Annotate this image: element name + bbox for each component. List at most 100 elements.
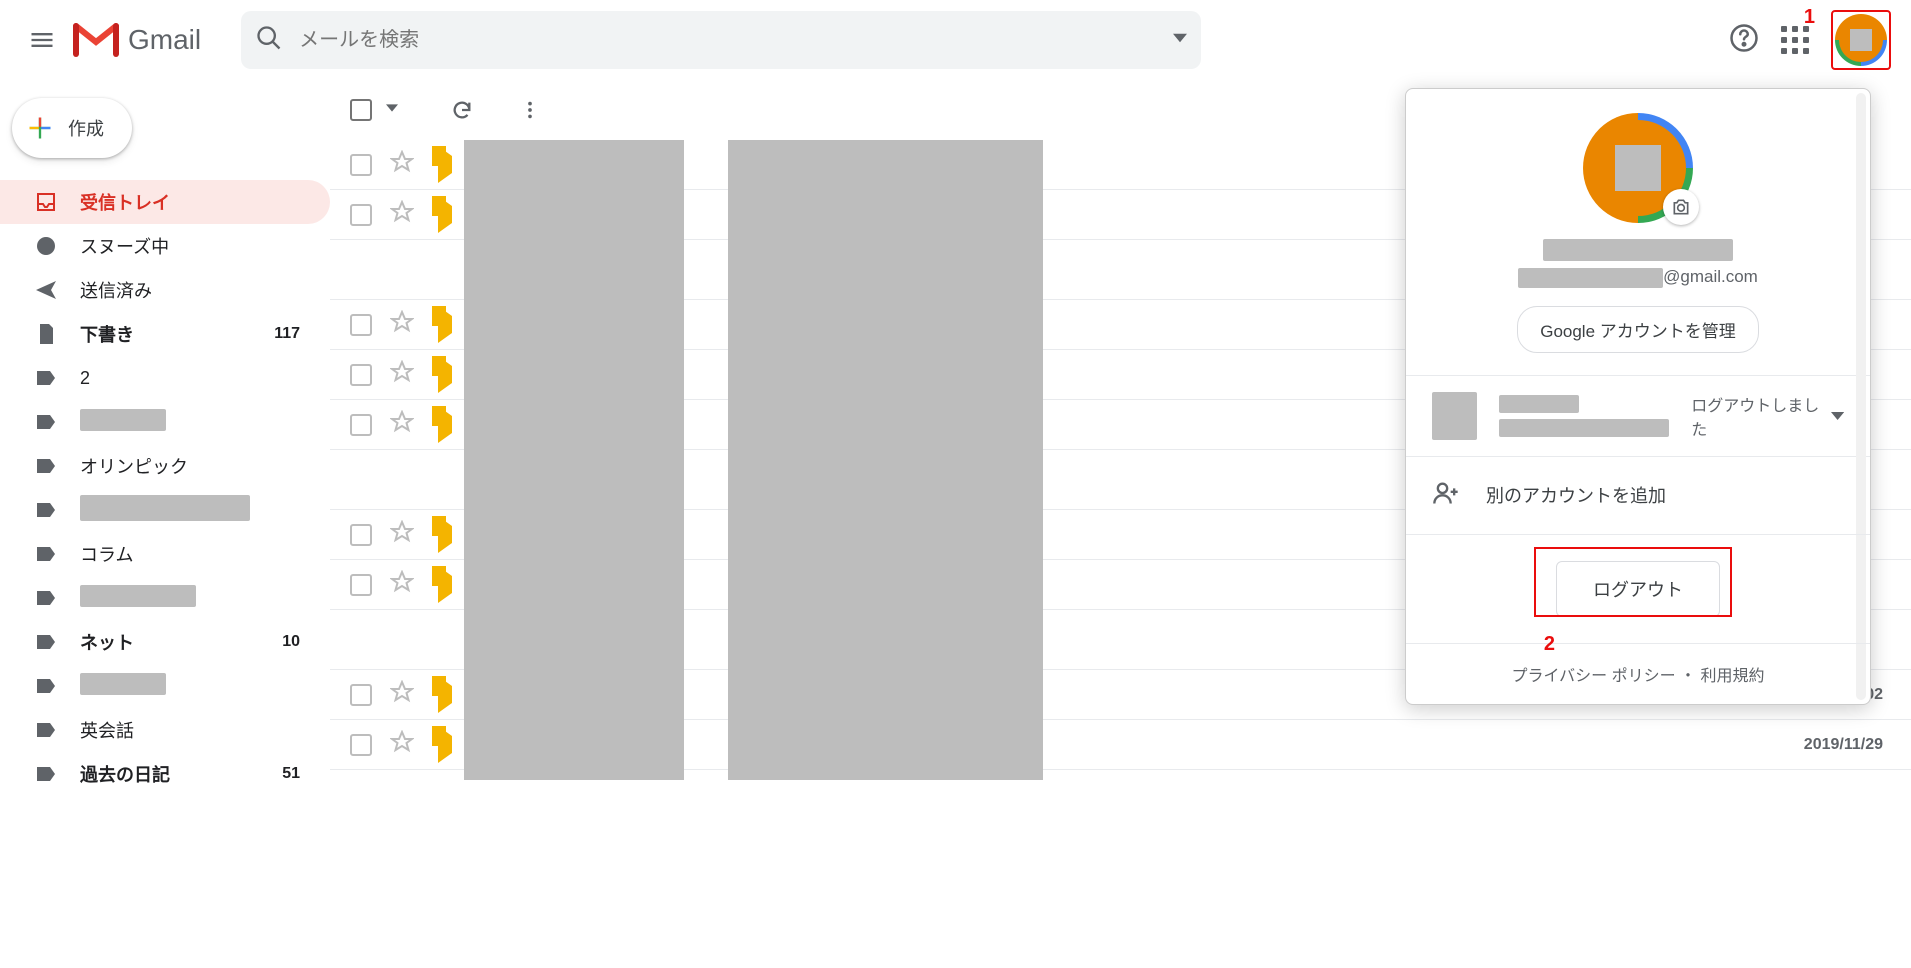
nav-label: コラム	[80, 541, 330, 567]
label-icon	[34, 366, 58, 390]
nav-label-redacted[interactable]	[0, 664, 330, 708]
row-checkbox[interactable]	[350, 524, 372, 546]
nav-label: スヌーズ中	[80, 233, 330, 259]
other-account-row[interactable]: ログアウトしました	[1406, 376, 1870, 456]
nav-sent[interactable]: 送信済み	[0, 268, 330, 312]
redacted-sender-column	[464, 140, 684, 780]
row-checkbox[interactable]	[350, 734, 372, 756]
star-icon[interactable]	[390, 730, 414, 759]
importance-marker[interactable]	[438, 306, 452, 343]
nav-label: 送信済み	[80, 277, 330, 303]
row-checkbox[interactable]	[350, 154, 372, 176]
star-icon[interactable]	[390, 680, 414, 709]
nav-snoozed[interactable]: スヌーズ中	[0, 224, 330, 268]
search-input[interactable]	[299, 29, 1173, 52]
google-apps-button[interactable]	[1781, 26, 1809, 54]
refresh-button[interactable]	[440, 88, 484, 132]
importance-marker[interactable]	[438, 566, 452, 603]
annotation-1: 1	[1804, 6, 1815, 29]
importance-marker[interactable]	[438, 726, 452, 763]
label-icon	[34, 762, 58, 786]
more-button[interactable]	[508, 88, 552, 132]
avatar-placeholder	[1615, 145, 1661, 191]
redacted-text	[80, 673, 166, 695]
compose-button[interactable]: 作成	[12, 98, 132, 158]
row-checkbox[interactable]	[350, 574, 372, 596]
row-checkbox[interactable]	[350, 204, 372, 226]
select-dropdown[interactable]	[386, 101, 398, 119]
main-menu-button[interactable]	[20, 18, 64, 62]
search-options-dropdown[interactable]	[1173, 31, 1187, 50]
manage-account-button[interactable]: Google アカウントを管理	[1517, 306, 1759, 353]
nav-label: 受信トレイ	[80, 189, 330, 215]
chevron-down-icon	[1831, 409, 1844, 423]
nav-label-diary[interactable]: 過去の日記 51	[0, 752, 330, 796]
gmail-wordmark: Gmail	[128, 24, 201, 56]
nav-label: 2	[80, 368, 330, 389]
importance-marker[interactable]	[438, 516, 452, 553]
row-checkbox[interactable]	[350, 364, 372, 386]
account-status: ログアウトしました	[1691, 392, 1844, 440]
account-name-redacted	[1543, 239, 1733, 261]
person-add-icon	[1432, 479, 1460, 512]
star-icon[interactable]	[390, 520, 414, 549]
annotation-2: 2	[1544, 633, 1555, 656]
importance-marker[interactable]	[438, 676, 452, 713]
nav-count: 51	[282, 765, 300, 783]
email-prefix-redacted	[1518, 268, 1663, 288]
label-icon	[34, 454, 58, 478]
importance-marker[interactable]	[438, 406, 452, 443]
annotation-frame-2	[1534, 547, 1732, 617]
star-icon[interactable]	[390, 570, 414, 599]
row-checkbox[interactable]	[350, 314, 372, 336]
row-checkbox[interactable]	[350, 414, 372, 436]
nav-label: 過去の日記	[80, 761, 260, 787]
star-icon[interactable]	[390, 360, 414, 389]
star-icon[interactable]	[390, 200, 414, 229]
nav: 受信トレイ スヌーズ中 送信済み 下書き 117 2	[0, 180, 330, 796]
nav-label-redacted[interactable]	[0, 488, 330, 532]
redacted-text	[80, 495, 250, 521]
nav-label-net[interactable]: ネット 10	[0, 620, 330, 664]
nav-label-redacted[interactable]	[0, 576, 330, 620]
add-account-label: 別のアカウントを追加	[1486, 482, 1666, 508]
hamburger-icon	[28, 26, 56, 54]
nav-inbox[interactable]: 受信トレイ	[0, 180, 330, 224]
gmail-logo[interactable]: Gmail	[72, 22, 201, 58]
importance-marker[interactable]	[438, 196, 452, 233]
nav-label-english[interactable]: 英会話	[0, 708, 330, 752]
importance-marker[interactable]	[438, 146, 452, 183]
search-bar[interactable]	[241, 11, 1201, 69]
label-icon	[34, 718, 58, 742]
star-icon[interactable]	[390, 310, 414, 339]
nav-label-redacted[interactable]	[0, 400, 330, 444]
importance-marker[interactable]	[438, 356, 452, 393]
nav-count: 10	[282, 633, 300, 651]
redacted-text	[1499, 395, 1579, 413]
label-icon	[34, 542, 58, 566]
nav-drafts[interactable]: 下書き 117	[0, 312, 330, 356]
add-account-row[interactable]: 別のアカウントを追加	[1406, 457, 1870, 534]
nav-label: ネット	[80, 629, 260, 655]
row-checkbox[interactable]	[350, 684, 372, 706]
label-icon	[34, 410, 58, 434]
terms-link[interactable]: 利用規約	[1701, 668, 1765, 685]
label-icon	[34, 630, 58, 654]
help-button[interactable]	[1729, 23, 1759, 58]
separator-dot: ・	[1680, 668, 1696, 685]
select-all-checkbox[interactable]	[350, 99, 372, 121]
star-icon[interactable]	[390, 410, 414, 439]
nav-label: オリンピック	[80, 453, 330, 479]
header: Gmail	[0, 0, 1911, 80]
file-icon	[34, 322, 58, 346]
nav-label-olympic[interactable]: オリンピック	[0, 444, 330, 488]
account-avatar-button[interactable]	[1831, 10, 1891, 70]
nav-label-column[interactable]: コラム	[0, 532, 330, 576]
compose-label: 作成	[68, 115, 104, 141]
redacted-text	[1499, 419, 1669, 437]
nav-label-2[interactable]: 2	[0, 356, 330, 400]
privacy-link[interactable]: プライバシー ポリシー	[1511, 668, 1675, 685]
account-popup: @gmail.com Google アカウントを管理 ログアウトしました 別のア…	[1405, 88, 1871, 705]
star-icon[interactable]	[390, 150, 414, 179]
change-photo-button[interactable]	[1663, 189, 1699, 225]
